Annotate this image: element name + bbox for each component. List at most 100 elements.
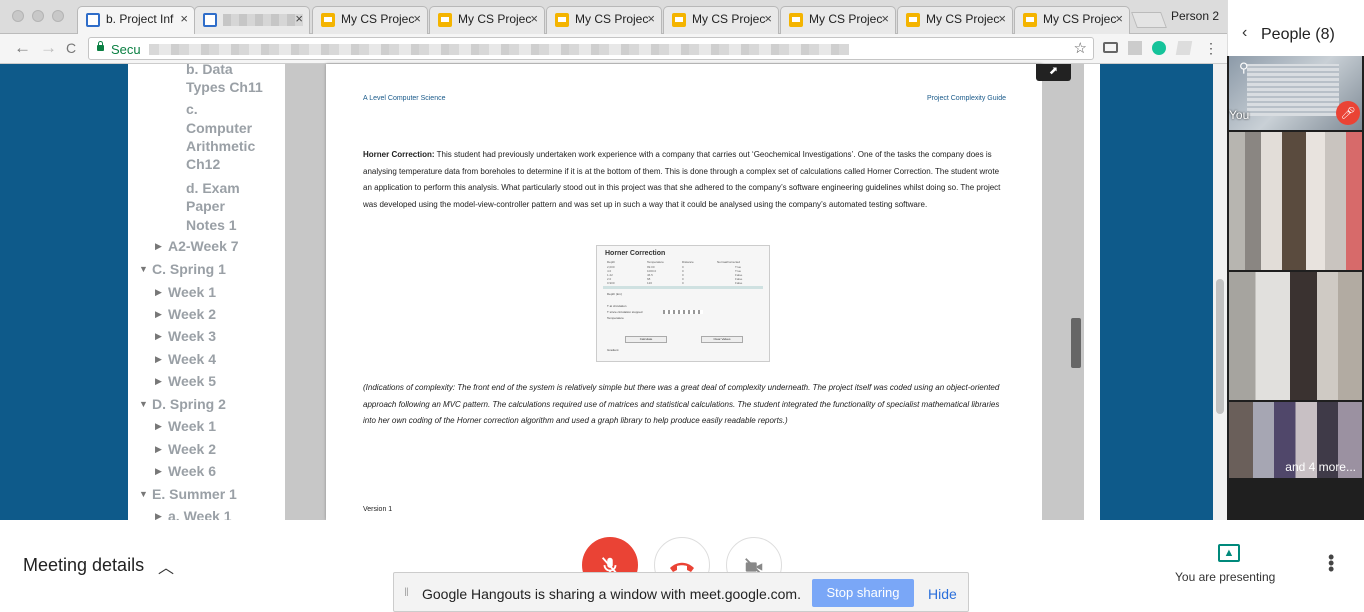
google-slides-icon xyxy=(555,13,569,27)
outline-item[interactable]: Types Ch11 xyxy=(186,78,263,97)
tab-close-icon[interactable]: × xyxy=(413,11,421,26)
collapse-arrow-icon[interactable]: ▶ xyxy=(155,421,162,432)
tab-title: My CS Projec xyxy=(1043,12,1117,26)
collapse-arrow-icon[interactable]: ▶ xyxy=(155,376,162,387)
pin-icon[interactable]: ⚲ xyxy=(1239,60,1249,76)
outline-item[interactable]: Week 3 xyxy=(168,327,216,346)
profile-name[interactable]: Person 2 xyxy=(1171,9,1219,23)
collapse-arrow-icon[interactable]: ▶ xyxy=(155,241,162,252)
extension-icon[interactable] xyxy=(1128,41,1142,55)
present-screen-icon[interactable]: ▲ xyxy=(1218,544,1240,562)
tab-close-icon[interactable]: × xyxy=(295,11,303,26)
presenting-status[interactable]: You are presenting xyxy=(1175,570,1275,584)
outline-item[interactable]: c. xyxy=(186,100,198,119)
tab-close-icon[interactable]: × xyxy=(180,11,188,26)
more-options-icon[interactable]: • • • xyxy=(1328,548,1334,578)
meeting-details-button[interactable]: Meeting details xyxy=(23,555,144,576)
outline-item[interactable]: Paper xyxy=(186,197,225,216)
outline-item[interactable]: d. Exam xyxy=(186,179,240,198)
forward-icon[interactable]: → xyxy=(40,38,57,58)
share-message: Google Hangouts is sharing a window with… xyxy=(422,586,801,602)
outline-item[interactable]: Week 5 xyxy=(168,372,216,391)
reload-icon[interactable]: C xyxy=(66,40,76,56)
browser-tab[interactable]: × xyxy=(194,6,310,34)
browser-tab[interactable]: My CS Projec × xyxy=(1014,6,1130,34)
back-chevron-icon[interactable]: ‹ xyxy=(1242,24,1247,42)
browser-tab[interactable]: My CS Projec × xyxy=(897,6,1013,34)
bookmark-star-icon[interactable]: ☆ xyxy=(1074,39,1087,57)
tab-close-icon[interactable]: × xyxy=(530,11,538,26)
back-icon[interactable]: ← xyxy=(14,38,31,58)
collapse-arrow-icon[interactable]: ▶ xyxy=(155,354,162,365)
cast-icon[interactable] xyxy=(1103,42,1118,53)
google-slides-icon xyxy=(438,13,452,27)
tab-close-icon[interactable]: × xyxy=(1115,11,1123,26)
tab-title: My CS Projec xyxy=(575,12,649,26)
browser-tab[interactable]: My CS Projec × xyxy=(312,6,428,34)
browser-tab[interactable]: My CS Projec × xyxy=(780,6,896,34)
page-header-left: A Level Computer Science xyxy=(363,95,446,102)
google-slides-icon xyxy=(321,13,335,27)
screenshot-scrollbar xyxy=(603,286,763,289)
presentation-thumbnail xyxy=(1247,64,1339,116)
screen-share-notification: ‖ Google Hangouts is sharing a window wi… xyxy=(393,572,969,612)
outline-item[interactable]: a. Week 1 xyxy=(168,507,232,520)
outline-item[interactable]: Week 4 xyxy=(168,350,216,369)
browser-tab[interactable]: My CS Projec × xyxy=(663,6,779,34)
window-minimize-dot[interactable] xyxy=(32,10,44,22)
tab-close-icon[interactable]: × xyxy=(647,11,655,26)
expand-arrow-icon[interactable]: ▼ xyxy=(139,264,148,274)
tab-close-icon[interactable]: × xyxy=(881,11,889,26)
outline-item[interactable]: C. Spring 1 xyxy=(152,260,226,279)
app-screenshot-image: Horner Correction Depth Temperature Distanc… xyxy=(596,245,770,362)
outline-item[interactable]: E. Summer 1 xyxy=(152,485,237,504)
outline-item[interactable]: Arithmetic xyxy=(186,137,255,156)
outline-item[interactable]: Week 6 xyxy=(168,462,216,481)
participant-tile[interactable] xyxy=(1229,272,1362,400)
collapse-arrow-icon[interactable]: ▶ xyxy=(155,331,162,342)
outline-item[interactable]: Week 1 xyxy=(168,417,216,436)
screenshot-cell: False xyxy=(735,281,743,285)
tab-close-icon[interactable]: × xyxy=(764,11,772,26)
collapse-arrow-icon[interactable]: ▶ xyxy=(155,287,162,298)
collapse-arrow-icon[interactable]: ▶ xyxy=(155,511,162,520)
screenshot-col-header: Distance xyxy=(682,260,694,264)
viewer-scroll-thumb[interactable] xyxy=(1071,318,1081,368)
page-scroll-thumb[interactable] xyxy=(1216,279,1224,414)
menu-dots-icon[interactable]: ⋮ xyxy=(1204,40,1218,57)
outline-item[interactable]: Week 2 xyxy=(168,305,216,324)
browser-tab[interactable]: My CS Projec × xyxy=(429,6,545,34)
outline-item[interactable]: b. Data xyxy=(186,60,233,79)
new-tab-button[interactable] xyxy=(1131,12,1167,28)
browser-tab[interactable]: My CS Projec × xyxy=(546,6,662,34)
participant-tile-overflow[interactable]: and 4 more... xyxy=(1229,402,1362,478)
participant-tile-you[interactable]: ⚲ You 🎤︎ xyxy=(1229,56,1362,130)
page-scrollbar[interactable] xyxy=(1213,64,1227,520)
expand-arrow-icon[interactable]: ▼ xyxy=(139,399,148,409)
stop-sharing-button[interactable]: Stop sharing xyxy=(812,579,914,607)
outline-item[interactable]: Notes 1 xyxy=(186,216,237,235)
screenshot-col-header: Temperature xyxy=(647,260,664,264)
hide-button[interactable]: Hide xyxy=(928,586,957,602)
outline-item[interactable]: Computer xyxy=(186,119,252,138)
collapse-arrow-icon[interactable]: ▶ xyxy=(155,309,162,320)
window-close-dot[interactable] xyxy=(12,10,24,22)
drag-handle-icon[interactable]: ‖ xyxy=(404,585,409,599)
tab-active[interactable]: b. Project Inf × xyxy=(77,6,195,34)
chevron-up-icon[interactable]: ︿ xyxy=(158,554,174,578)
outline-item[interactable]: D. Spring 2 xyxy=(152,395,226,414)
outline-item[interactable]: Week 2 xyxy=(168,440,216,459)
address-bar[interactable]: Secu ☆ xyxy=(88,37,1094,60)
collapse-arrow-icon[interactable]: ▶ xyxy=(155,444,162,455)
tab-close-icon[interactable]: × xyxy=(998,11,1006,26)
outline-item[interactable]: A2-Week 7 xyxy=(168,237,239,256)
outline-item[interactable]: Ch12 xyxy=(186,155,220,174)
collapse-arrow-icon[interactable]: ▶ xyxy=(155,466,162,477)
window-zoom-dot[interactable] xyxy=(52,10,64,22)
pocket-extension-icon[interactable] xyxy=(1175,41,1193,55)
participant-tile[interactable] xyxy=(1229,132,1362,270)
expand-arrow-icon[interactable]: ▼ xyxy=(139,489,148,499)
grammarly-icon[interactable] xyxy=(1152,41,1166,55)
popout-icon[interactable]: ⬈ xyxy=(1036,64,1071,81)
outline-item[interactable]: Week 1 xyxy=(168,283,216,302)
